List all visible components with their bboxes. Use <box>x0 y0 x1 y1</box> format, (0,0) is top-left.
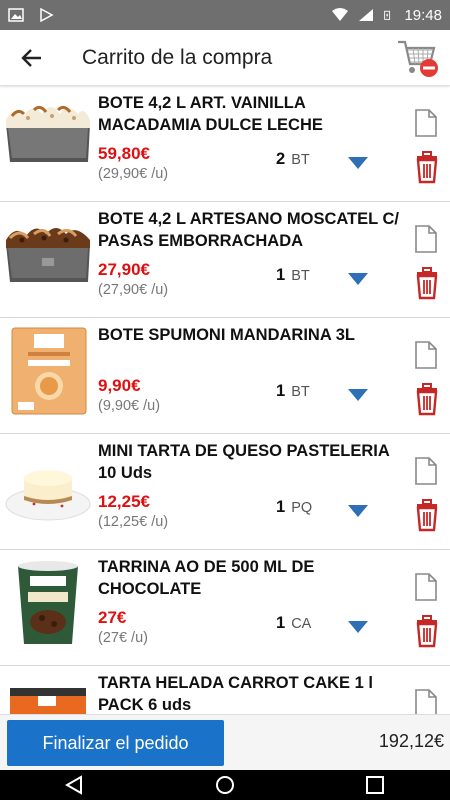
nav-recents-icon[interactable] <box>363 775 387 795</box>
cart-item-list[interactable]: BOTE 4,2 L ART. VAINILLA MACADAMIA DULCE… <box>0 86 450 714</box>
quantity-dropdown-icon[interactable] <box>348 156 368 170</box>
document-icon[interactable] <box>414 224 438 254</box>
quantity-value: 1 <box>276 266 286 284</box>
cart-item[interactable]: BOTE 4,2 L ART. VAINILLA MACADAMIA DULCE… <box>0 86 450 202</box>
quantity-dropdown-icon[interactable] <box>348 620 368 634</box>
quantity-unit: CA <box>291 616 312 632</box>
battery-charging-icon <box>384 10 391 20</box>
document-icon[interactable] <box>414 572 438 602</box>
product-unit-price: (9,90€ /u) <box>98 398 161 414</box>
signal-icon <box>359 9 374 21</box>
quantity-dropdown-icon[interactable] <box>348 272 368 286</box>
product-unit-price: (29,90€ /u) <box>98 166 169 182</box>
quantity-dropdown-icon[interactable] <box>348 504 368 518</box>
quantity-value: 1 <box>276 382 286 400</box>
product-image-carrot-cake <box>10 688 86 714</box>
document-icon[interactable] <box>414 456 438 486</box>
trash-icon[interactable] <box>414 266 440 300</box>
cart-remove-icon <box>398 40 438 77</box>
quantity-display: 1 BT <box>276 266 310 285</box>
trash-icon[interactable] <box>414 498 440 532</box>
nav-home-icon[interactable] <box>213 775 237 795</box>
back-button[interactable] <box>0 30 64 86</box>
product-price: 27,90€ <box>98 260 150 279</box>
product-image-chocolate-tub <box>18 561 78 644</box>
document-icon[interactable] <box>414 688 438 714</box>
quantity-unit: PQ <box>291 500 313 516</box>
status-time: 19:48 <box>404 6 442 24</box>
document-icon[interactable] <box>414 108 438 138</box>
product-price: 27€ <box>98 608 127 627</box>
status-bar: 19:48 <box>0 0 450 30</box>
quantity-unit: BT <box>291 152 310 168</box>
cart-item[interactable]: TARTA HELADA CARROT CAKE 1 l PACK 6 uds <box>0 666 450 714</box>
product-image-spumoni-box <box>11 327 87 415</box>
quantity-value: 2 <box>276 150 286 168</box>
page-title: Carrito de la compra <box>82 45 273 69</box>
product-image-raisin-tub <box>6 228 90 282</box>
play-store-icon <box>40 8 54 22</box>
product-name: BOTE SPUMONI MANDARINA 3L <box>98 326 355 344</box>
system-nav-bar <box>0 770 450 800</box>
product-name: TARRINA AO DE 500 ML DE CHOCOLATE <box>98 558 315 598</box>
product-price: 59,80€ <box>98 144 150 163</box>
cart-item[interactable]: MINI TARTA DE QUESO PASTELERIA 10 Uds 12… <box>0 434 450 550</box>
finalize-order-button[interactable]: Finalizar el pedido <box>7 720 224 766</box>
trash-icon[interactable] <box>414 614 440 648</box>
quantity-unit: BT <box>291 268 310 284</box>
wifi-icon <box>332 8 349 21</box>
quantity-display: 1 BT <box>276 382 310 401</box>
empty-cart-button[interactable] <box>396 36 440 80</box>
product-unit-price: (27,90€ /u) <box>98 282 169 298</box>
cart-item[interactable]: BOTE 4,2 L ARTESANO MOSCATEL C/ PASAS EM… <box>0 202 450 318</box>
quantity-display: 1 CA <box>276 614 311 633</box>
cart-item[interactable]: TARRINA AO DE 500 ML DE CHOCOLATE 27€ (2… <box>0 550 450 666</box>
quantity-display: 2 BT <box>276 150 310 169</box>
arrow-left-icon <box>21 48 41 67</box>
quantity-unit: BT <box>291 384 310 400</box>
trash-icon[interactable] <box>414 382 440 416</box>
product-unit-price: (27€ /u) <box>98 630 148 646</box>
product-image-cheesecake <box>5 470 91 521</box>
product-price: 9,90€ <box>98 376 141 395</box>
quantity-value: 1 <box>276 614 286 632</box>
product-image-vanilla-tub <box>6 105 90 162</box>
cart-item[interactable]: BOTE SPUMONI MANDARINA 3L 9,90€ (9,90€ /… <box>0 318 450 434</box>
quantity-value: 1 <box>276 498 286 516</box>
product-price: 12,25€ <box>98 492 150 511</box>
image-notification-icon <box>8 8 24 22</box>
product-unit-price: (12,25€ /u) <box>98 514 169 530</box>
quantity-display: 1 PQ <box>276 498 312 517</box>
app-bar: Carrito de la compra <box>0 30 450 86</box>
document-icon[interactable] <box>414 340 438 370</box>
product-name: MINI TARTA DE QUESO PASTELERIA 10 Uds <box>98 442 390 482</box>
product-name: BOTE 4,2 L ART. VAINILLA MACADAMIA DULCE… <box>98 94 323 134</box>
order-footer: Finalizar el pedido 192,12€ <box>0 714 450 770</box>
trash-icon[interactable] <box>414 150 440 184</box>
product-name: BOTE 4,2 L ARTESANO MOSCATEL C/ PASAS EM… <box>98 210 400 250</box>
order-total: 192,12€ <box>378 731 444 751</box>
quantity-dropdown-icon[interactable] <box>348 388 368 402</box>
product-name: TARTA HELADA CARROT CAKE 1 l PACK 6 uds <box>98 674 373 714</box>
nav-back-icon[interactable] <box>63 775 87 795</box>
